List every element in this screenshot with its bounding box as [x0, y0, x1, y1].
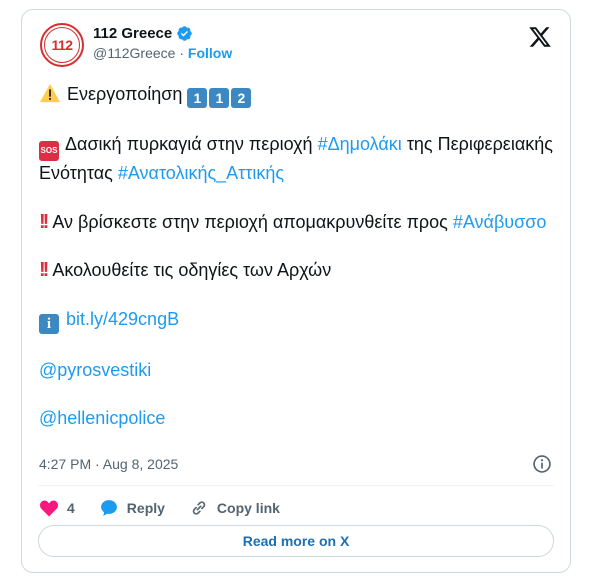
- mention-hellenicpolice[interactable]: @hellenicpolice: [39, 408, 165, 428]
- instructions-text: Ακολουθείτε τις οδηγίες των Αρχών: [52, 260, 332, 280]
- hashtag-anatolikis-attikis[interactable]: #Ανατολικής_Αττικής: [118, 163, 284, 183]
- sos-icon: SOS: [39, 141, 59, 161]
- link-chain-icon: [192, 501, 206, 515]
- info-circle-icon[interactable]: [532, 454, 552, 474]
- hashtag-dimolaki[interactable]: #Δημολάκι: [318, 134, 402, 154]
- hashtag-anavysso[interactable]: #Ανάβυσσο: [453, 212, 547, 232]
- action-bar: 4 Reply Copy link: [39, 496, 304, 520]
- mention-paragraph-1: @pyrosvestiki: [39, 358, 559, 383]
- avatar-logo-text: 112: [44, 27, 80, 63]
- verified-badge-icon: [177, 26, 193, 41]
- mention-paragraph-2: @hellenicpolice: [39, 406, 559, 431]
- heart-icon: [39, 500, 59, 517]
- author-handle[interactable]: @112Greece: [93, 45, 175, 61]
- copy-link-label: Copy link: [216, 500, 280, 516]
- double-exclamation-icon: !!: [39, 210, 49, 233]
- reply-button[interactable]: Reply: [99, 498, 165, 518]
- like-count: 4: [67, 500, 75, 516]
- keycap-1-icon: 1: [187, 88, 208, 108]
- keycap-2-icon: 2: [231, 88, 252, 108]
- warning-icon: [40, 83, 60, 103]
- copy-link-button[interactable]: Copy link: [189, 498, 280, 518]
- activation-line: Ενεργοποίηση 112: [39, 82, 559, 108]
- author-name[interactable]: 112 Greece: [93, 25, 172, 42]
- fire-text-a: Δασική πυρκαγιά στην περιοχή: [65, 134, 313, 154]
- double-exclamation-icon: !!: [39, 259, 49, 281]
- follow-instructions-paragraph: !! Ακολουθείτε τις οδηγίες των Αρχών: [39, 258, 559, 283]
- evacuate-paragraph: !! Αν βρίσκεστε στην περιοχή απομακρυνθεί…: [39, 210, 559, 235]
- reply-bubble-icon: [100, 500, 117, 516]
- follow-button[interactable]: Follow: [188, 45, 232, 61]
- like-button[interactable]: 4: [39, 498, 75, 518]
- post-text: Ενεργοποίηση 112 SOS Δασική πυρκαγιά στη…: [39, 82, 559, 455]
- information-icon: i: [39, 313, 59, 334]
- embedded-post-card: 112 112 Greece @112Greece · Follow Ενεργ…: [21, 9, 571, 573]
- evacuate-text: Αν βρίσκεστε στην περιοχή απομακρυνθείτε…: [52, 211, 448, 232]
- reply-label: Reply: [126, 500, 165, 516]
- avatar[interactable]: 112: [40, 23, 84, 67]
- activation-text: Ενεργοποίηση: [67, 84, 183, 104]
- post-header: 112 112 Greece @112Greece · Follow: [40, 23, 554, 69]
- keycap-1-icon: 1: [209, 88, 230, 108]
- author-block: 112 Greece @112Greece · Follow: [93, 25, 232, 61]
- divider: [38, 485, 554, 486]
- handle-separator: ·: [179, 45, 185, 61]
- short-link[interactable]: bit.ly/429cngB: [66, 309, 179, 329]
- link-paragraph: i bit.ly/429cngB: [39, 307, 559, 334]
- fire-paragraph: SOS Δασική πυρκαγιά στην περιοχή #Δημολά…: [39, 132, 559, 186]
- x-logo-icon[interactable]: [528, 25, 552, 49]
- post-timestamp[interactable]: 4:27 PM · Aug 8, 2025: [39, 456, 178, 472]
- mention-pyrosvestiki[interactable]: @pyrosvestiki: [39, 360, 151, 380]
- read-more-button[interactable]: Read more on X: [38, 525, 554, 557]
